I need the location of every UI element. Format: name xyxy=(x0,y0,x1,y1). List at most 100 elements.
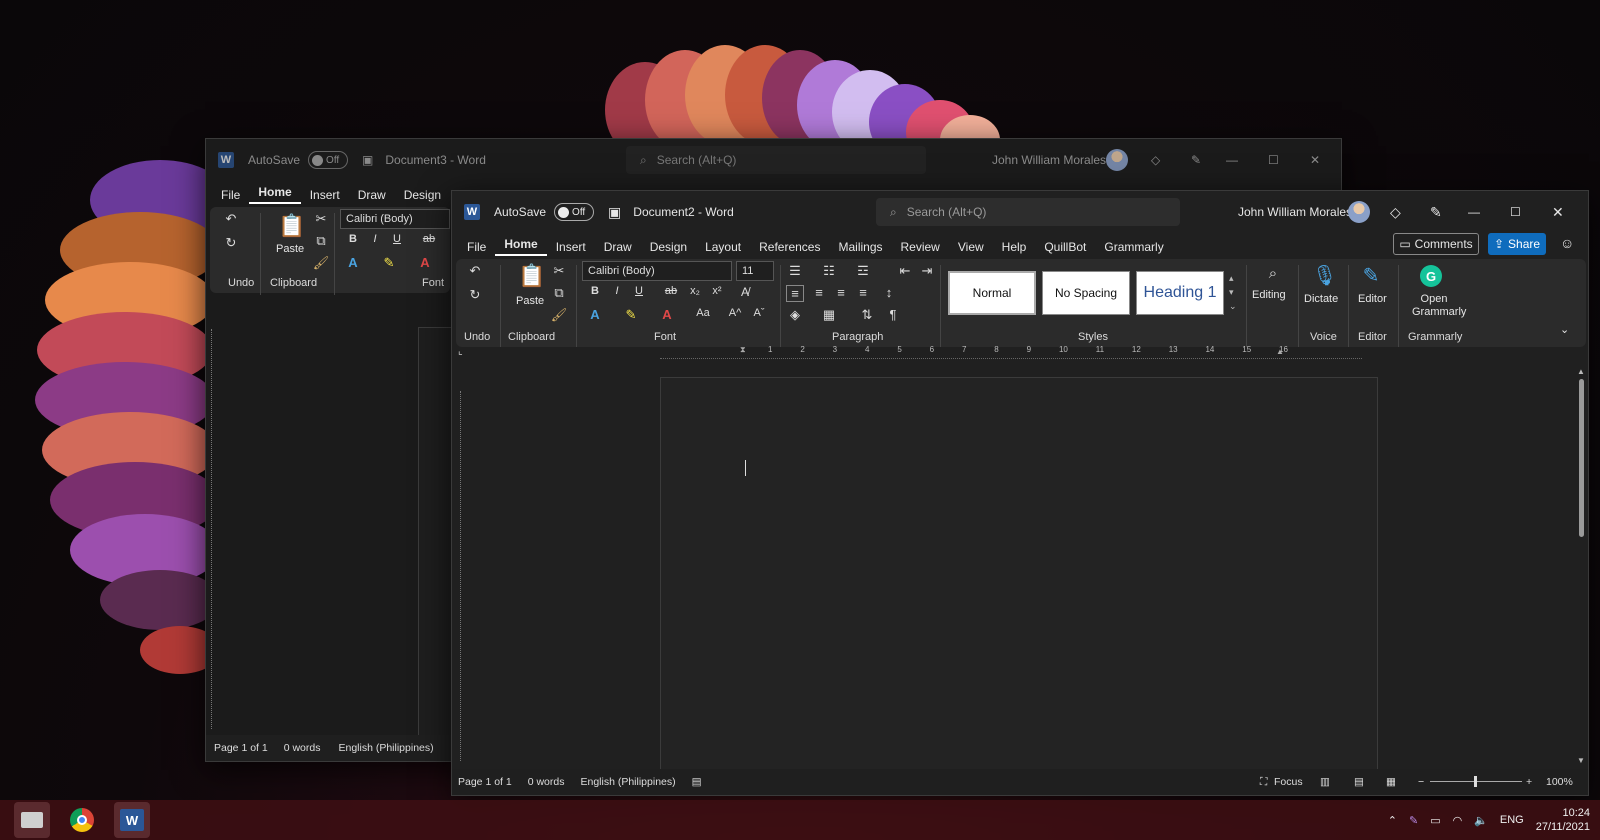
diamond-icon[interactable]: ◇ xyxy=(1390,204,1401,221)
undo-icon[interactable]: ↶ xyxy=(466,263,484,279)
style-heading-1[interactable]: Heading 1 xyxy=(1136,271,1224,315)
italic-icon[interactable]: I xyxy=(366,233,384,245)
maximize-icon[interactable]: ☐ xyxy=(1510,205,1521,219)
word-count[interactable]: 0 words xyxy=(284,742,321,754)
volume-icon[interactable]: 🔈 xyxy=(1474,814,1488,827)
autosave-toggle[interactable]: Off xyxy=(308,151,349,169)
format-painter-icon[interactable]: 🖌 xyxy=(550,307,568,323)
paste-label[interactable]: Paste xyxy=(276,243,304,255)
battery-icon[interactable]: ▭ xyxy=(1430,814,1440,827)
user-name[interactable]: John William Morales xyxy=(1238,205,1352,219)
justify-icon[interactable]: ≡ xyxy=(854,285,872,300)
pen-icon[interactable]: ✎ xyxy=(1430,204,1442,221)
line-spacing-icon[interactable]: ↕ xyxy=(880,285,898,300)
tab-draw[interactable]: Draw xyxy=(349,188,395,202)
focus-icon[interactable]: ⛶ xyxy=(1260,776,1267,789)
highlight-icon[interactable]: ✎ xyxy=(622,307,640,323)
tab-quillbot[interactable]: QuillBot xyxy=(1035,240,1095,254)
undo-icon[interactable]: ↶ xyxy=(222,211,240,227)
shrink-font-icon[interactable]: Aˇ xyxy=(750,307,768,319)
bullets-icon[interactable]: ☰ xyxy=(786,263,804,279)
strikethrough-icon[interactable]: ab xyxy=(420,233,438,245)
focus-label[interactable]: Focus xyxy=(1274,776,1303,788)
align-right-icon[interactable]: ≡ xyxy=(832,285,850,300)
word-taskbar-icon[interactable]: W xyxy=(114,802,150,838)
minimize-icon[interactable]: — xyxy=(1468,205,1480,219)
sort-icon[interactable]: ⇅ xyxy=(858,307,876,323)
grow-font-icon[interactable]: A^ xyxy=(726,307,744,319)
vertical-scrollbar[interactable]: ▲ ▼ xyxy=(1576,367,1586,765)
change-case-icon[interactable]: Aa xyxy=(694,307,712,319)
tab-design[interactable]: Design xyxy=(641,240,696,254)
copy-icon[interactable]: ⧉ xyxy=(550,285,568,301)
minimize-icon[interactable]: — xyxy=(1226,153,1238,167)
underline-icon[interactable]: U xyxy=(630,285,648,297)
zoom-out-icon[interactable]: − xyxy=(1418,776,1424,788)
tab-insert[interactable]: Insert xyxy=(301,188,349,202)
scroll-up-icon[interactable]: ▲ xyxy=(1577,367,1585,376)
grammarly-icon[interactable]: G xyxy=(1420,265,1442,287)
tab-file[interactable]: File xyxy=(458,240,495,254)
decrease-indent-icon[interactable]: ⇤ xyxy=(896,263,914,279)
chevron-up-icon[interactable]: ⌃ xyxy=(1388,814,1397,827)
clear-formatting-icon[interactable]: A̸ xyxy=(736,285,754,299)
avatar[interactable] xyxy=(1348,201,1370,223)
web-layout-icon[interactable]: ▦ xyxy=(1386,776,1396,788)
align-left-icon[interactable]: ≡ xyxy=(786,285,804,302)
tab-draw[interactable]: Draw xyxy=(595,240,641,254)
collapse-ribbon-icon[interactable]: ⌄ xyxy=(1560,323,1569,336)
bold-icon[interactable]: B xyxy=(586,285,604,297)
tab-references[interactable]: References xyxy=(750,240,829,254)
bold-icon[interactable]: B xyxy=(344,233,362,245)
maximize-icon[interactable]: ☐ xyxy=(1268,153,1279,167)
editing-label[interactable]: Editing xyxy=(1252,289,1286,301)
wifi-icon[interactable]: ◠ xyxy=(1453,814,1463,827)
document-page[interactable] xyxy=(660,377,1378,771)
tab-selector-icon[interactable]: ⌞ xyxy=(458,346,463,357)
chrome-icon[interactable] xyxy=(64,802,100,838)
scroll-down-icon[interactable]: ▼ xyxy=(1577,756,1585,765)
zoom-level[interactable]: 100% xyxy=(1546,776,1573,788)
style-normal[interactable]: Normal xyxy=(948,271,1036,315)
tab-file[interactable]: File xyxy=(212,188,249,202)
copy-icon[interactable]: ⧉ xyxy=(312,233,330,249)
subscript-icon[interactable]: x₂ xyxy=(686,285,704,297)
diamond-icon[interactable]: ◇ xyxy=(1151,153,1160,167)
left-indent-marker[interactable]: ⧗ xyxy=(740,345,746,355)
highlight-icon[interactable]: ✎ xyxy=(380,255,398,271)
align-center-icon[interactable]: ≡ xyxy=(810,285,828,300)
styles-scroll-icon[interactable]: ▴ ▾ ⌄ xyxy=(1229,271,1237,313)
font-name-box[interactable]: Calibri (Body) xyxy=(582,261,732,281)
dictate-label[interactable]: Dictate xyxy=(1304,293,1338,305)
style-no-spacing[interactable]: No Spacing xyxy=(1042,271,1130,315)
save-icon[interactable]: ▣ xyxy=(608,204,621,221)
tab-insert[interactable]: Insert xyxy=(547,240,595,254)
text-effects-icon[interactable]: A xyxy=(344,255,362,270)
multilevel-list-icon[interactable]: ☲ xyxy=(854,263,872,279)
cut-icon[interactable]: ✂ xyxy=(312,211,330,227)
word-count[interactable]: 0 words xyxy=(528,776,565,788)
share-button[interactable]: ⇪ Share xyxy=(1488,233,1546,255)
avatar[interactable] xyxy=(1106,149,1128,171)
tab-design[interactable]: Design xyxy=(395,188,450,202)
font-name-box[interactable]: Calibri (Body) xyxy=(340,209,450,229)
feedback-smiley-icon[interactable]: ☺ xyxy=(1560,235,1574,251)
find-icon[interactable]: ⌕ xyxy=(1264,265,1282,282)
tab-layout[interactable]: Layout xyxy=(696,240,750,254)
paste-icon[interactable]: 📋 xyxy=(518,263,545,289)
shading-icon[interactable]: ◈ xyxy=(786,307,804,323)
redo-icon[interactable]: ↻ xyxy=(222,235,240,251)
font-size-box[interactable]: 11 xyxy=(736,261,774,281)
search-box[interactable]: ⌕ Search (Alt+Q) xyxy=(876,198,1180,226)
editor-pen-icon[interactable]: ✎ xyxy=(1362,263,1380,288)
comments-button[interactable]: ▭ Comments xyxy=(1393,233,1479,255)
font-color-icon[interactable]: A xyxy=(658,307,676,322)
cut-icon[interactable]: ✂ xyxy=(550,263,568,279)
search-box[interactable]: ⌕ Search (Alt+Q) xyxy=(626,146,926,174)
font-color-icon[interactable]: A xyxy=(416,255,434,270)
close-icon[interactable]: ✕ xyxy=(1310,153,1320,167)
save-icon[interactable]: ▣ xyxy=(362,153,373,167)
paste-icon[interactable]: 📋 xyxy=(278,213,305,239)
strikethrough-icon[interactable]: ab xyxy=(662,285,680,297)
underline-icon[interactable]: U xyxy=(388,233,406,245)
